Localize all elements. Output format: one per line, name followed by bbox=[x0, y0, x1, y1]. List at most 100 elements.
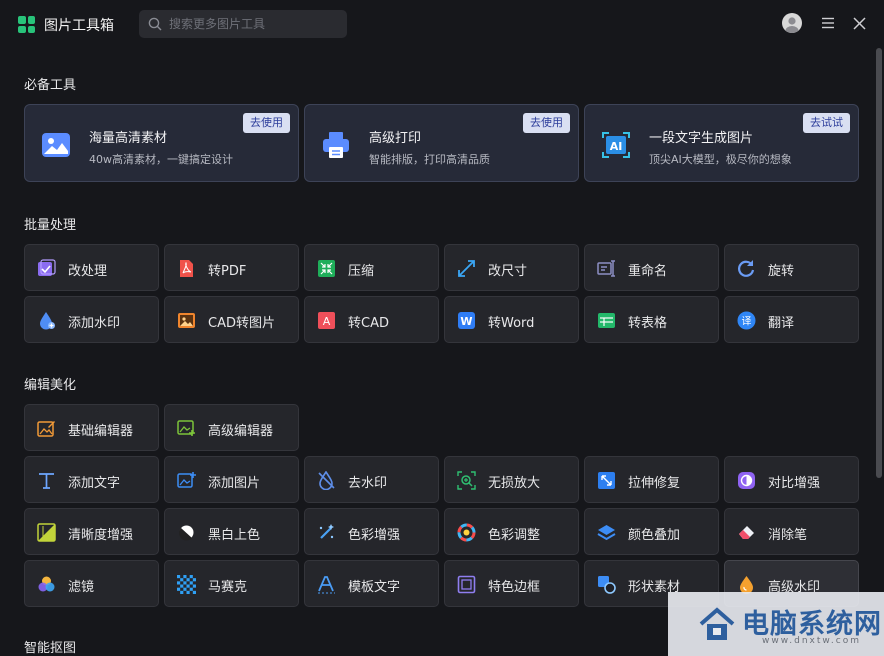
tool-translate[interactable]: 译 翻译 bbox=[724, 296, 859, 343]
app-logo-icon bbox=[18, 16, 35, 33]
tool-color-overlay[interactable]: 颜色叠加 bbox=[584, 508, 719, 555]
svg-text:AI: AI bbox=[610, 140, 623, 153]
tool-label: 拉伸修复 bbox=[628, 476, 681, 491]
use-button[interactable]: 去使用 bbox=[243, 113, 290, 133]
tool-advanced-editor[interactable]: 高级编辑器 bbox=[164, 404, 299, 451]
card-text-to-image[interactable]: AI 一段文字生成图片 顶尖AI大模型，极尽你的想象 去试试 bbox=[584, 104, 859, 182]
compress-icon bbox=[318, 260, 335, 277]
tool-template-text[interactable]: 模板文字 bbox=[304, 560, 439, 607]
tool-basic-editor[interactable]: 基础编辑器 bbox=[24, 404, 159, 451]
lossless-zoom-icon bbox=[457, 471, 476, 490]
tool-to-pdf[interactable]: 转PDF bbox=[164, 244, 299, 291]
tool-label: 重命名 bbox=[628, 264, 668, 279]
tool-special-border[interactable]: 特色边框 bbox=[444, 560, 579, 607]
tool-label: 色彩增强 bbox=[348, 528, 401, 543]
tool-stretch-repair[interactable]: 拉伸修复 bbox=[584, 456, 719, 503]
tool-label: 转表格 bbox=[628, 316, 668, 331]
border-icon bbox=[457, 575, 476, 594]
tool-add-watermark[interactable]: 添加水印 bbox=[24, 296, 159, 343]
card-hd-materials[interactable]: 海量高清素材 40w高清素材，一键搞定设计 去使用 bbox=[24, 104, 299, 182]
tool-mosaic[interactable]: 马赛克 bbox=[164, 560, 299, 607]
tool-filter[interactable]: 滤镜 bbox=[24, 560, 159, 607]
avatar[interactable] bbox=[782, 13, 802, 33]
tool-to-word[interactable]: W 转Word bbox=[444, 296, 579, 343]
close-icon[interactable] bbox=[853, 17, 866, 30]
house-logo-icon bbox=[699, 607, 735, 640]
tool-batch-edit[interactable]: 改处理 bbox=[24, 244, 159, 291]
tool-color-enhance[interactable]: 色彩增强 bbox=[304, 508, 439, 555]
add-image-icon bbox=[177, 472, 196, 488]
resize-icon bbox=[458, 260, 475, 277]
tool-color-adjust[interactable]: 色彩调整 bbox=[444, 508, 579, 555]
tool-label: 添加文字 bbox=[68, 476, 121, 491]
svg-text:译: 译 bbox=[742, 316, 752, 328]
tool-label: 改处理 bbox=[68, 264, 108, 279]
tool-label: 色彩调整 bbox=[488, 528, 541, 543]
search-box[interactable] bbox=[139, 10, 347, 38]
search-input[interactable] bbox=[169, 17, 339, 31]
eraser-icon bbox=[739, 526, 754, 539]
card-desc: 顶尖AI大模型，极尽你的想象 bbox=[649, 153, 792, 166]
section-title-cutout: 智能抠图 bbox=[24, 641, 77, 656]
tool-rename[interactable]: 重命名 bbox=[584, 244, 719, 291]
tool-contrast-enhance[interactable]: 对比增强 bbox=[724, 456, 859, 503]
tool-compress[interactable]: 压缩 bbox=[304, 244, 439, 291]
tool-label: 基础编辑器 bbox=[68, 424, 134, 439]
tool-label: 改尺寸 bbox=[488, 264, 528, 279]
batch-edit-icon bbox=[38, 259, 56, 276]
translate-icon: 译 bbox=[737, 311, 756, 330]
app-title: 图片工具箱 bbox=[44, 18, 114, 34]
watermark-drop-icon bbox=[40, 312, 55, 330]
card-desc: 智能排版，打印高清品质 bbox=[369, 153, 490, 166]
try-button[interactable]: 去试试 bbox=[803, 113, 850, 133]
rotate-icon bbox=[738, 260, 755, 277]
tool-cad-to-image[interactable]: CAD转图片 bbox=[164, 296, 299, 343]
tool-lossless-zoom[interactable]: 无损放大 bbox=[444, 456, 579, 503]
use-button[interactable]: 去使用 bbox=[523, 113, 570, 133]
site-watermark: 电脑系统网 www.dnxtw.com bbox=[668, 592, 884, 656]
sharpness-icon bbox=[37, 523, 56, 542]
rename-icon bbox=[597, 260, 615, 277]
tool-label: 颜色叠加 bbox=[628, 528, 681, 543]
tool-label: 添加图片 bbox=[208, 476, 261, 491]
template-text-icon bbox=[318, 576, 335, 594]
menu-icon[interactable] bbox=[821, 17, 835, 29]
tool-to-cad[interactable]: A 转CAD bbox=[304, 296, 439, 343]
ai-image-icon: AI bbox=[602, 132, 630, 158]
tool-eraser[interactable]: 消除笔 bbox=[724, 508, 859, 555]
card-advanced-print[interactable]: 高级打印 智能排版，打印高清品质 去使用 bbox=[304, 104, 579, 182]
tool-label: 转CAD bbox=[348, 316, 389, 331]
scrollbar[interactable] bbox=[876, 48, 882, 478]
tool-label: 模板文字 bbox=[348, 580, 401, 595]
section-title-essential: 必备工具 bbox=[24, 78, 77, 93]
tool-label: 特色边框 bbox=[488, 580, 541, 595]
color-enhance-icon bbox=[319, 524, 334, 539]
tool-add-image[interactable]: 添加图片 bbox=[164, 456, 299, 503]
tool-label: 黑白上色 bbox=[208, 528, 261, 543]
tool-label: 添加水印 bbox=[68, 316, 121, 331]
tool-rotate[interactable]: 旋转 bbox=[724, 244, 859, 291]
filter-icon bbox=[38, 576, 55, 592]
tool-to-table[interactable]: 转表格 bbox=[584, 296, 719, 343]
card-title: 一段文字生成图片 bbox=[649, 131, 754, 146]
table-icon bbox=[598, 313, 615, 328]
tool-sharpness[interactable]: 清晰度增强 bbox=[24, 508, 159, 555]
main-content: 必备工具 海量高清素材 40w高清素材，一键搞定设计 去使用 高级打印 智能排版… bbox=[0, 48, 872, 656]
tool-label: 高级编辑器 bbox=[208, 424, 274, 439]
tool-colorize[interactable]: 黑白上色 bbox=[164, 508, 299, 555]
stretch-repair-icon bbox=[598, 472, 615, 489]
tool-remove-watermark[interactable]: 去水印 bbox=[304, 456, 439, 503]
colorize-icon bbox=[179, 525, 194, 541]
tool-add-text[interactable]: 添加文字 bbox=[24, 456, 159, 503]
card-title: 海量高清素材 bbox=[89, 131, 168, 146]
mosaic-icon bbox=[177, 575, 196, 594]
contrast-icon bbox=[738, 472, 755, 489]
tool-label: 消除笔 bbox=[768, 528, 808, 543]
tool-label: 去水印 bbox=[348, 476, 388, 491]
remove-watermark-icon bbox=[318, 471, 335, 490]
tool-resize[interactable]: 改尺寸 bbox=[444, 244, 579, 291]
color-adjust-icon bbox=[457, 523, 476, 542]
tool-label: 压缩 bbox=[348, 264, 375, 279]
tool-label: 翻译 bbox=[768, 316, 795, 331]
section-title-batch: 批量处理 bbox=[24, 218, 77, 233]
